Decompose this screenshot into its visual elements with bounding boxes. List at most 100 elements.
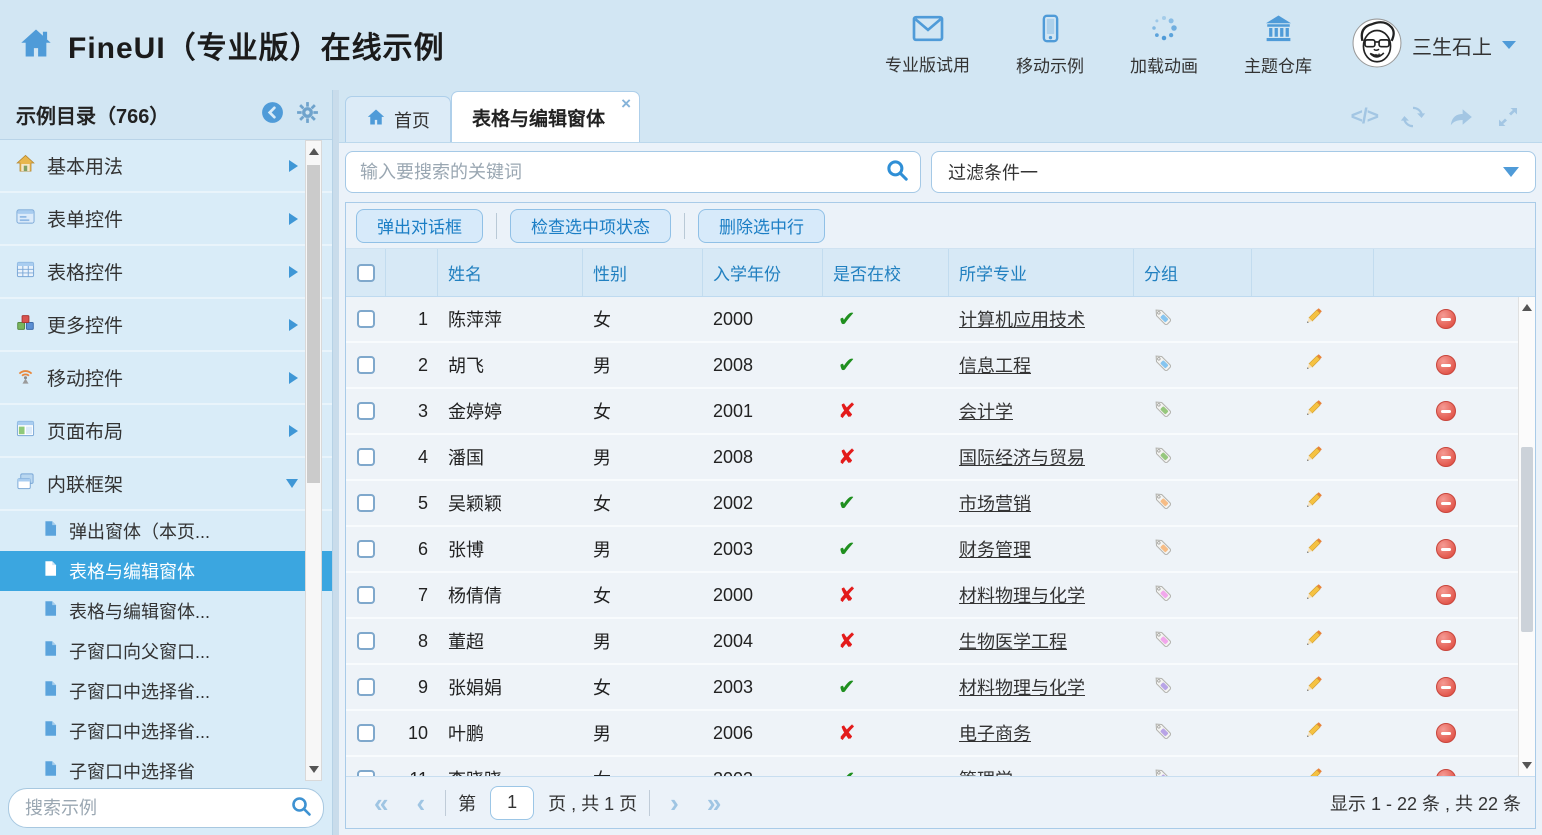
col-header-gender[interactable]: 性别 — [583, 249, 703, 296]
tag-icon[interactable] — [1151, 765, 1174, 776]
check-selection-button[interactable]: 检查选中项状态 — [510, 209, 671, 243]
collapse-icon[interactable] — [260, 100, 285, 130]
col-header-major[interactable]: 所学专业 — [949, 249, 1134, 296]
tag-icon[interactable] — [1151, 305, 1174, 333]
nav-mobile-demo[interactable]: 移动示例 — [1016, 14, 1084, 77]
table-scrollbar[interactable] — [1518, 297, 1535, 776]
tag-icon[interactable] — [1151, 443, 1174, 471]
major-link[interactable]: 计算机应用技术 — [959, 306, 1085, 332]
edit-pencil-icon[interactable] — [1302, 305, 1325, 333]
major-link[interactable]: 市场营销 — [959, 490, 1031, 516]
sidebar-subitem-child-to-parent[interactable]: 子窗口向父窗口... — [0, 631, 332, 671]
last-page-icon[interactable]: » — [693, 790, 735, 816]
sidebar-subitem-select-province-2[interactable]: 子窗口中选择省... — [0, 711, 332, 751]
delete-icon[interactable] — [1436, 769, 1456, 776]
major-link[interactable]: 材料物理与化学 — [959, 674, 1085, 700]
tag-icon[interactable] — [1151, 351, 1174, 379]
first-page-icon[interactable]: « — [360, 790, 402, 816]
major-link[interactable]: 会计学 — [959, 398, 1013, 424]
search-icon[interactable] — [289, 794, 313, 823]
sidebar-subitem-select-province-3[interactable]: 子窗口中选择省 — [0, 751, 332, 781]
expand-fullscreen-icon[interactable] — [1496, 105, 1520, 129]
source-code-icon[interactable]: </> — [1351, 105, 1378, 129]
delete-icon[interactable] — [1436, 539, 1456, 559]
next-page-icon[interactable]: › — [656, 790, 693, 816]
tag-icon[interactable] — [1151, 581, 1174, 609]
sidebar-subitem-popup-window[interactable]: 弹出窗体（本页... — [0, 511, 332, 551]
refresh-icon[interactable] — [1400, 104, 1426, 130]
filter-dropdown[interactable]: 过滤条件一 — [931, 151, 1536, 193]
nav-loading-anim[interactable]: 加载动画 — [1130, 13, 1198, 77]
edit-pencil-icon[interactable] — [1302, 765, 1325, 776]
edit-pencil-icon[interactable] — [1302, 627, 1325, 655]
tab-grid-edit-window[interactable]: 表格与编辑窗体 × — [451, 91, 640, 142]
edit-pencil-icon[interactable] — [1302, 535, 1325, 563]
edit-pencil-icon[interactable] — [1302, 719, 1325, 747]
major-link[interactable]: 材料物理与化学 — [959, 582, 1085, 608]
prev-page-icon[interactable]: ‹ — [402, 790, 439, 816]
row-checkbox[interactable] — [357, 310, 375, 328]
delete-icon[interactable] — [1436, 631, 1456, 651]
brand[interactable]: FineUI（专业版）在线示例 — [18, 23, 445, 67]
edit-pencil-icon[interactable] — [1302, 397, 1325, 425]
scroll-down-icon[interactable] — [309, 766, 319, 773]
edit-pencil-icon[interactable] — [1302, 443, 1325, 471]
delete-icon[interactable] — [1436, 355, 1456, 375]
col-header-group[interactable]: 分组 — [1134, 249, 1252, 296]
col-header-year[interactable]: 入学年份 — [703, 249, 823, 296]
sidebar-scrollbar[interactable] — [305, 140, 322, 781]
nav-theme-repo[interactable]: 主题仓库 — [1244, 13, 1312, 77]
col-header-name[interactable]: 姓名 — [438, 249, 583, 296]
scrollbar-thumb[interactable] — [307, 165, 320, 483]
sidebar-item-grid-controls[interactable]: 表格控件 — [0, 246, 332, 299]
edit-pencil-icon[interactable] — [1302, 673, 1325, 701]
col-header-delete[interactable] — [1374, 249, 1535, 296]
row-checkbox[interactable] — [357, 632, 375, 650]
delete-icon[interactable] — [1436, 723, 1456, 743]
share-forward-icon[interactable] — [1448, 104, 1474, 130]
select-all-checkbox[interactable] — [357, 264, 375, 282]
row-checkbox[interactable] — [357, 724, 375, 742]
sidebar-item-mobile-controls[interactable]: 移动控件 — [0, 352, 332, 405]
page-input[interactable] — [490, 786, 534, 820]
row-checkbox[interactable] — [357, 356, 375, 374]
delete-icon[interactable] — [1436, 493, 1456, 513]
sidebar-item-more-controls[interactable]: 更多控件 — [0, 299, 332, 352]
tag-icon[interactable] — [1151, 673, 1174, 701]
scrollbar-thumb[interactable] — [1521, 447, 1533, 632]
open-dialog-button[interactable]: 弹出对话框 — [356, 209, 483, 243]
edit-pencil-icon[interactable] — [1302, 489, 1325, 517]
major-link[interactable]: 信息工程 — [959, 352, 1031, 378]
major-link[interactable]: 电子商务 — [959, 720, 1031, 746]
delete-selected-button[interactable]: 删除选中行 — [698, 209, 825, 243]
tag-icon[interactable] — [1151, 489, 1174, 517]
row-checkbox[interactable] — [357, 586, 375, 604]
delete-icon[interactable] — [1436, 585, 1456, 605]
row-checkbox[interactable] — [357, 494, 375, 512]
row-checkbox[interactable] — [357, 540, 375, 558]
row-checkbox[interactable] — [357, 448, 375, 466]
scroll-up-icon[interactable] — [1522, 304, 1532, 311]
delete-icon[interactable] — [1436, 447, 1456, 467]
search-icon[interactable] — [884, 157, 910, 188]
tag-icon[interactable] — [1151, 627, 1174, 655]
sidebar-subitem-select-province-1[interactable]: 子窗口中选择省... — [0, 671, 332, 711]
row-checkbox[interactable] — [357, 678, 375, 696]
sidebar-subitem-grid-edit-window[interactable]: 表格与编辑窗体 — [0, 551, 332, 591]
major-link[interactable]: 国际经济与贸易 — [959, 444, 1085, 470]
scroll-down-icon[interactable] — [1522, 762, 1532, 769]
sidebar-item-form-controls[interactable]: 表单控件 — [0, 193, 332, 246]
sidebar-item-basic[interactable]: 基本用法 — [0, 140, 332, 193]
sidebar-item-iframe[interactable]: 内联框架 — [0, 458, 332, 511]
delete-icon[interactable] — [1436, 677, 1456, 697]
delete-icon[interactable] — [1436, 401, 1456, 421]
sidebar-subitem-grid-edit-window2[interactable]: 表格与编辑窗体... — [0, 591, 332, 631]
tag-icon[interactable] — [1151, 719, 1174, 747]
col-header-enrolled[interactable]: 是否在校 — [823, 249, 949, 296]
row-checkbox[interactable] — [357, 402, 375, 420]
major-link[interactable]: 管理学 — [959, 766, 1013, 776]
scroll-up-icon[interactable] — [309, 148, 319, 155]
col-header-index[interactable] — [386, 249, 438, 296]
row-checkbox[interactable] — [357, 770, 375, 776]
edit-pencil-icon[interactable] — [1302, 351, 1325, 379]
